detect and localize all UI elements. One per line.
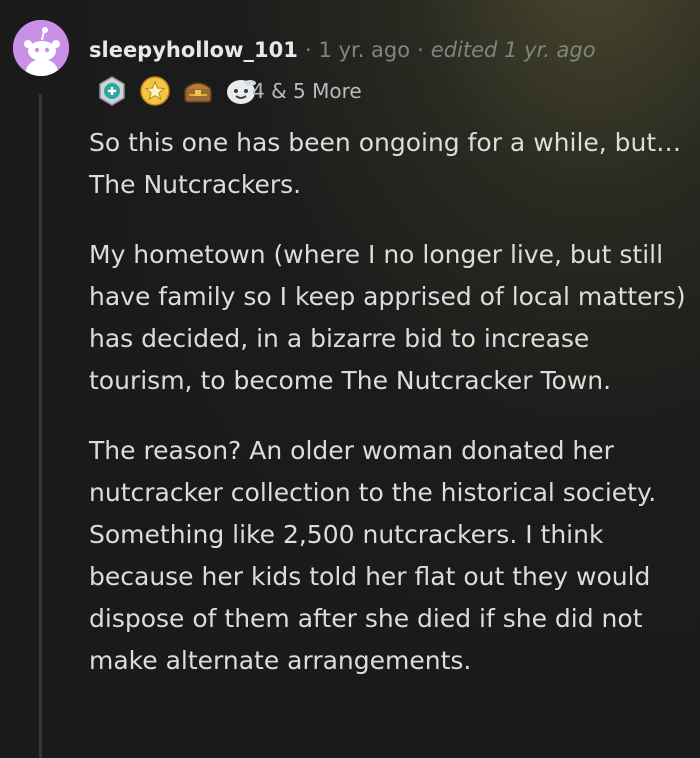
meta-separator: · [304,38,312,62]
username-link[interactable]: sleepyhollow_101 [89,38,298,62]
comment-body: So this one has been ongoing for a while… [89,122,689,710]
snoo-avatar-icon [13,20,69,76]
edited-timestamp: edited 1 yr. ago [430,38,596,62]
comment-paragraph: My hometown (where I no longer live, but… [89,240,686,395]
comment-paragraph: The reason? An older woman donated her n… [89,436,657,675]
awards-row[interactable]: 4 & 5 More [96,74,362,108]
awards-more-count[interactable]: 4 & 5 More [252,79,362,103]
comment-paragraph: So this one has been ongoing for a while… [89,128,682,199]
helpful-award-icon[interactable] [96,75,128,107]
thread-line[interactable] [39,94,42,758]
avatar[interactable] [13,20,69,76]
timestamp[interactable]: 1 yr. ago [319,38,411,62]
meta-separator: · [417,38,424,62]
comment-header: sleepyhollow_101 · 1 yr. ago · edited 1 … [89,32,596,68]
treasure-award-icon[interactable] [182,75,214,107]
star-wreath-award-icon[interactable] [139,75,171,107]
